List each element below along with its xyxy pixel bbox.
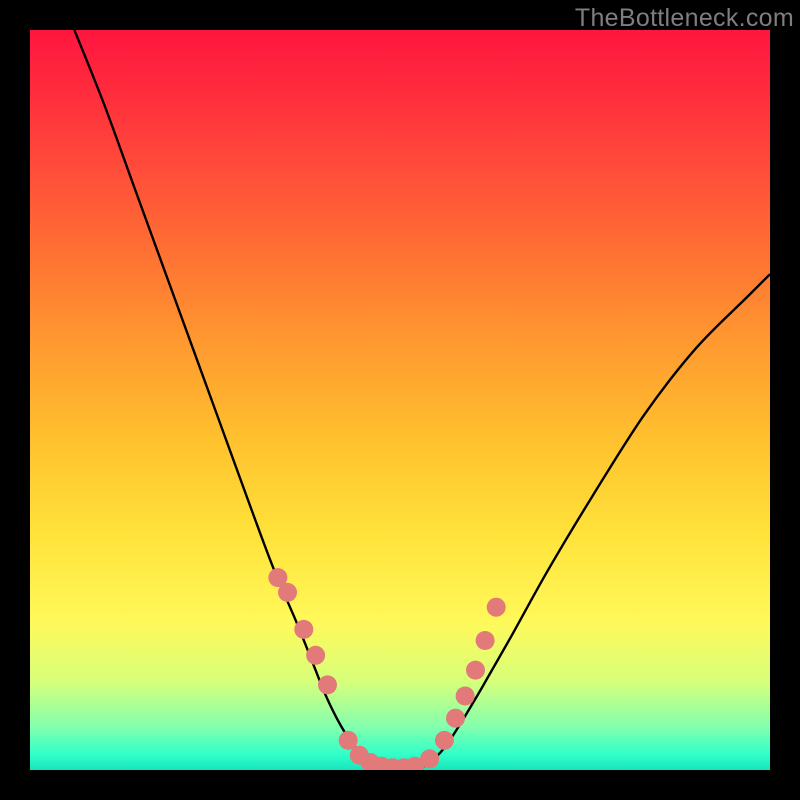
- marker-point: [306, 646, 325, 665]
- marker-point: [466, 661, 485, 680]
- marker-point: [446, 709, 465, 728]
- plot-area: [30, 30, 770, 770]
- marker-point: [294, 620, 313, 639]
- marker-point: [420, 749, 439, 768]
- bottleneck-curve: [74, 30, 770, 770]
- watermark-text: TheBottleneck.com: [575, 4, 794, 33]
- outer-frame: TheBottleneck.com: [0, 0, 800, 800]
- marker-group: [268, 568, 505, 770]
- marker-point: [456, 687, 475, 706]
- marker-point: [476, 631, 495, 650]
- marker-point: [487, 598, 506, 617]
- marker-point: [435, 731, 454, 750]
- chart-svg: [30, 30, 770, 770]
- marker-point: [318, 675, 337, 694]
- marker-point: [278, 583, 297, 602]
